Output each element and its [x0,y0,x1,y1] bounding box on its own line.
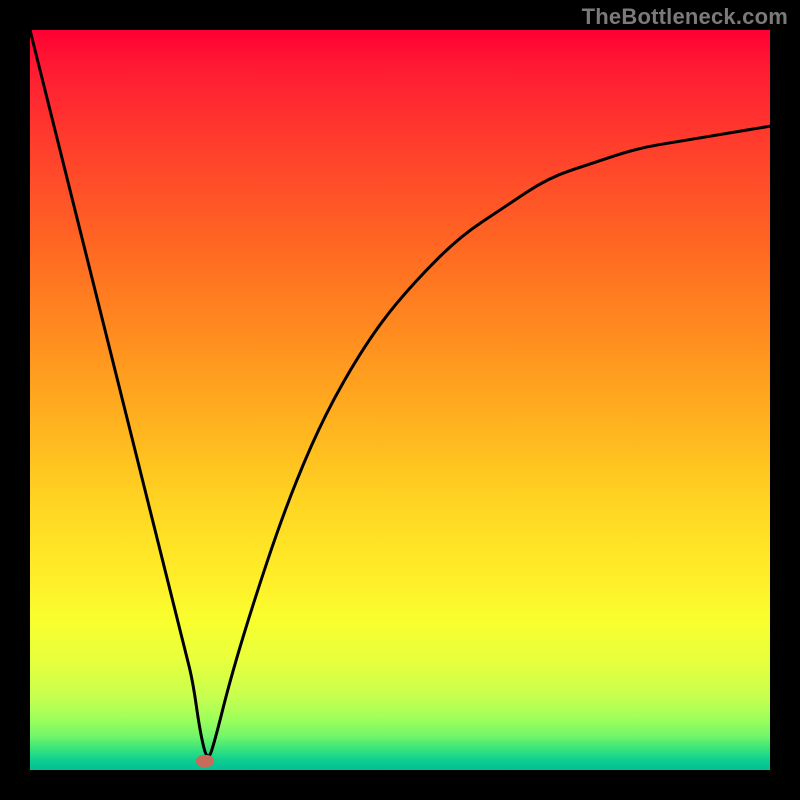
plot-area [30,30,770,770]
watermark-text: TheBottleneck.com [582,4,788,30]
chart-frame: TheBottleneck.com [0,0,800,800]
bottleneck-curve-path [30,30,770,756]
curve-svg [30,30,770,770]
optimum-marker [196,755,214,767]
